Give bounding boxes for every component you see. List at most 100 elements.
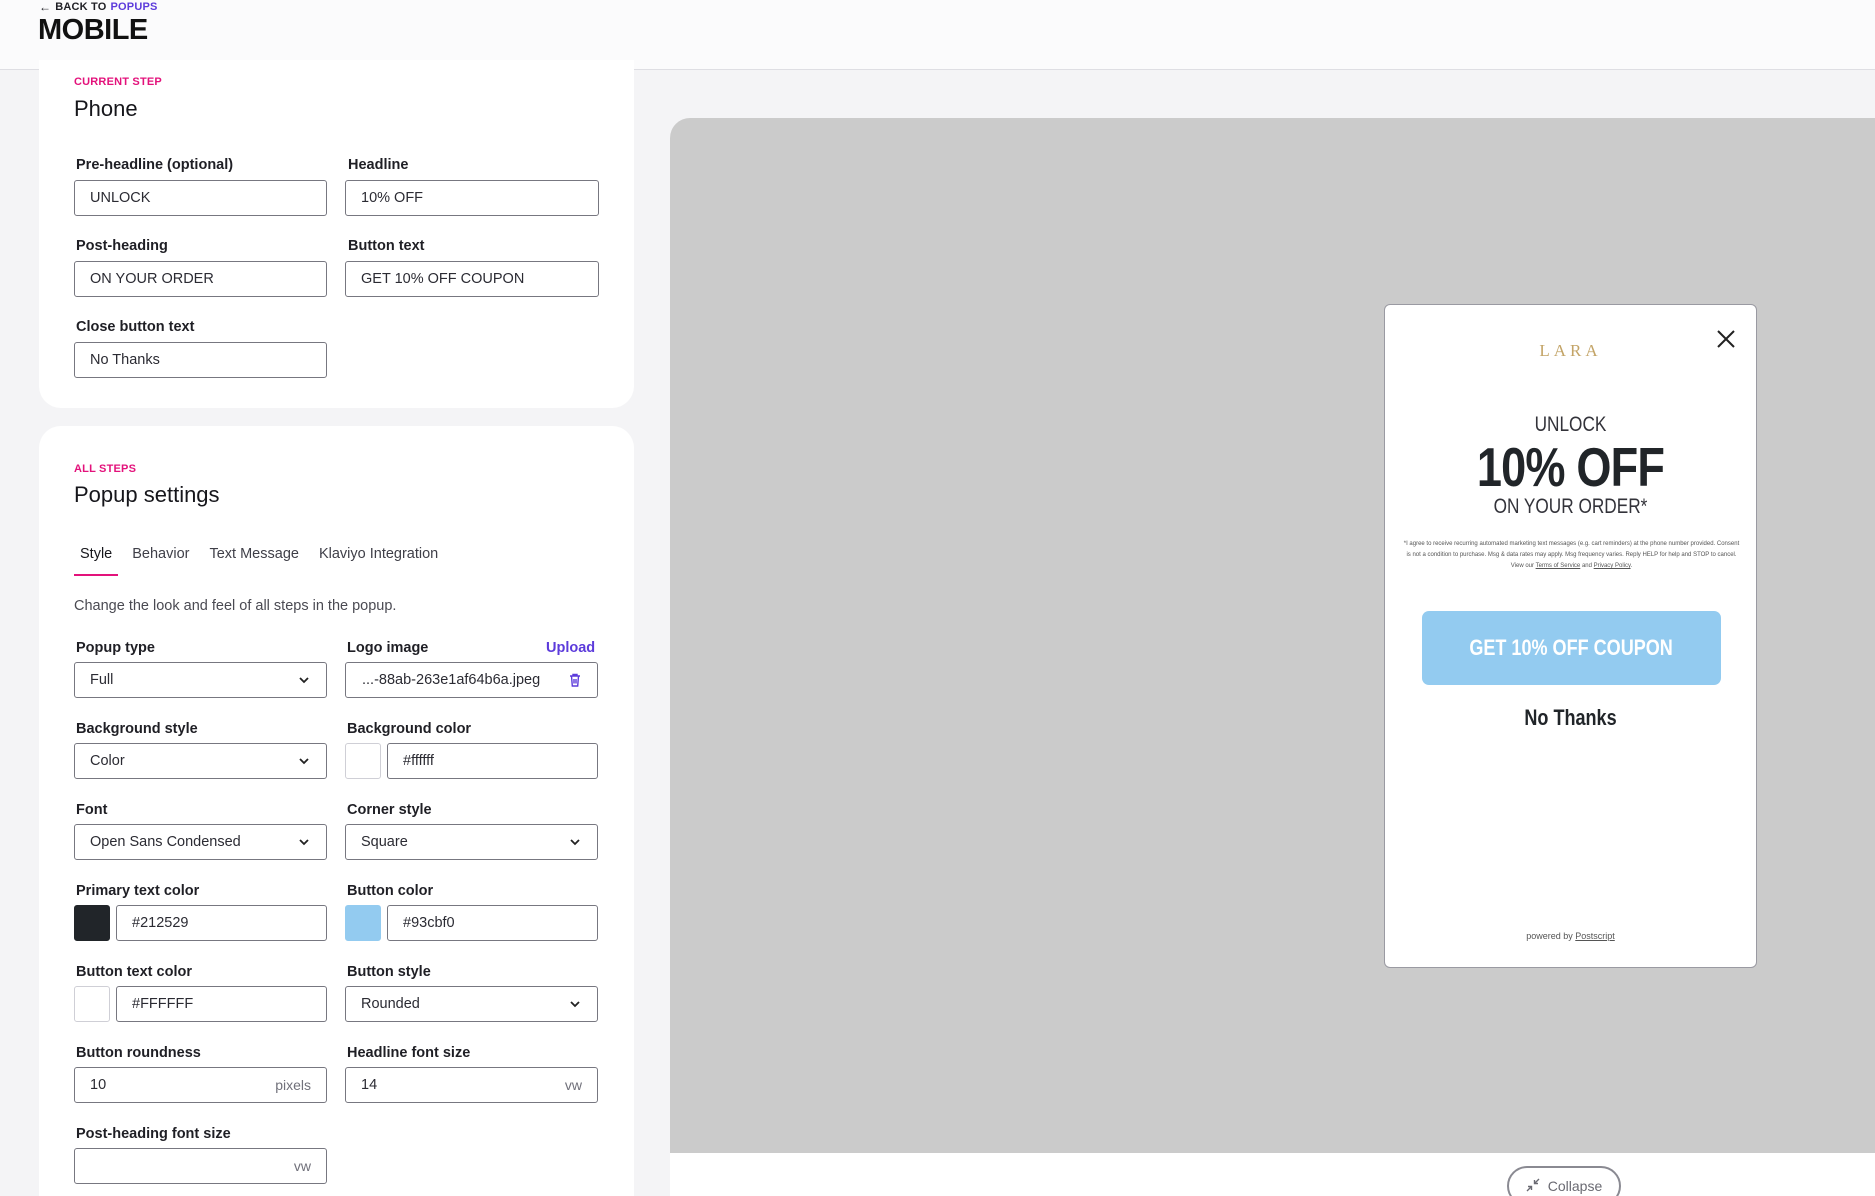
chevron-down-icon	[297, 835, 311, 849]
popup-type-value: Full	[90, 672, 114, 688]
button-text-input[interactable]: GET 10% OFF COUPON	[345, 261, 599, 297]
current-step-title: Phone	[74, 96, 138, 121]
button-text-value: GET 10% OFF COUPON	[361, 271, 525, 287]
postheading-font-size-label: Post-heading font size	[76, 1126, 231, 1142]
arrow-left-icon: ←	[39, 0, 52, 14]
popup-cta-label: GET 10% OFF COUPON	[1469, 635, 1674, 660]
collapse-icon	[1526, 1178, 1540, 1195]
postheading-value: ON YOUR ORDER	[90, 271, 214, 287]
popup-type-select[interactable]: Full	[74, 662, 327, 698]
button-style-label: Button style	[347, 964, 431, 980]
postheading-label: Post-heading	[76, 238, 168, 254]
popup-headline: 10% OFF	[1476, 436, 1665, 498]
button-text-color-swatch[interactable]	[74, 986, 110, 1022]
popup-type-label: Popup type	[76, 640, 155, 656]
logo-image-field[interactable]: ...-88ab-263e1af64b6a.jpeg	[345, 662, 598, 698]
button-roundness-unit: pixels	[275, 1077, 311, 1093]
button-roundness-input[interactable]: 10 pixels	[74, 1067, 327, 1103]
corner-style-label: Corner style	[347, 802, 432, 818]
background-color-swatch[interactable]	[345, 743, 381, 779]
popup-postheading: ON YOUR ORDER*	[1493, 495, 1648, 518]
preheadline-value: UNLOCK	[90, 190, 151, 206]
settings-tabs: Style Behavior Text Message Klaviyo Inte…	[74, 546, 444, 576]
postheading-font-size-input[interactable]: vw	[74, 1148, 327, 1184]
postheading-input[interactable]: ON YOUR ORDER	[74, 261, 327, 297]
powered-brand-link[interactable]: Postscript	[1575, 931, 1615, 941]
popup-settings-title: Popup settings	[74, 482, 220, 507]
button-roundness-label: Button roundness	[76, 1045, 201, 1061]
close-button-text-label: Close button text	[76, 319, 195, 335]
button-color-input[interactable]: #93cbf0	[387, 905, 598, 941]
button-text-label: Button text	[348, 238, 425, 254]
headline-font-size-unit: vw	[564, 1077, 582, 1093]
font-label: Font	[76, 802, 108, 818]
current-step-eyebrow: CURRENT STEP	[74, 76, 162, 88]
popup-preview: LARA UNLOCK 10% OFF ON YOUR ORDER* *I ag…	[1384, 304, 1757, 968]
button-color-swatch[interactable]	[345, 905, 381, 941]
current-step-card: CURRENT STEP Phone Pre-headline (optiona…	[39, 60, 634, 408]
back-prefix: BACK TO	[55, 1, 107, 13]
background-color-label: Background color	[347, 721, 472, 737]
primary-text-color-label: Primary text color	[76, 883, 200, 899]
brand-logo: LARA	[1539, 341, 1602, 360]
close-button-text-input[interactable]: No Thanks	[74, 342, 327, 378]
font-select[interactable]: Open Sans Condensed	[74, 824, 327, 860]
button-text-color-label: Button text color	[76, 964, 192, 980]
corner-style-select[interactable]: Square	[345, 824, 598, 860]
button-text-color-input[interactable]: #FFFFFF	[116, 986, 327, 1022]
corner-style-value: Square	[361, 834, 408, 850]
chevron-down-icon	[568, 997, 582, 1011]
terms-link[interactable]: Terms of Service	[1536, 563, 1581, 569]
background-style-value: Color	[90, 753, 125, 769]
tab-style[interactable]: Style	[74, 546, 119, 576]
button-color-label: Button color	[347, 883, 434, 899]
chevron-down-icon	[297, 754, 311, 768]
page-title: MOBILE	[38, 14, 148, 46]
back-link-target[interactable]: POPUPS	[111, 1, 158, 13]
tab-behavior[interactable]: Behavior	[132, 546, 195, 576]
primary-text-color-swatch[interactable]	[74, 905, 110, 941]
logo-file-name: ...-88ab-263e1af64b6a.jpeg	[362, 672, 541, 688]
button-style-select[interactable]: Rounded	[345, 986, 598, 1022]
preview-footer	[670, 1153, 1875, 1196]
tab-text-message[interactable]: Text Message	[209, 546, 304, 576]
popup-settings-eyebrow: ALL STEPS	[74, 463, 137, 475]
tab-klaviyo-integration[interactable]: Klaviyo Integration	[319, 546, 444, 576]
legal-and: and	[1581, 563, 1592, 569]
collapse-button[interactable]: Collapse	[1507, 1166, 1621, 1196]
headline-font-size-value: 14	[361, 1077, 378, 1093]
popup-no-thanks[interactable]: No Thanks	[1418, 705, 1722, 731]
button-color-value: #93cbf0	[403, 915, 455, 931]
headline-font-size-input[interactable]: 14 vw	[345, 1067, 598, 1103]
settings-description: Change the look and feel of all steps in…	[74, 598, 397, 614]
upload-logo-button[interactable]: Upload	[546, 640, 595, 656]
font-value: Open Sans Condensed	[90, 834, 241, 850]
close-button-text-value: No Thanks	[90, 352, 160, 368]
chevron-down-icon	[568, 835, 582, 849]
preheadline-label: Pre-headline (optional)	[76, 157, 234, 173]
popup-cta-button[interactable]: GET 10% OFF COUPON	[1422, 611, 1721, 685]
background-color-input[interactable]: #ffffff	[387, 743, 598, 779]
chevron-down-icon	[297, 673, 311, 687]
logo-image-label: Logo image	[347, 640, 429, 656]
headline-value: 10% OFF	[361, 190, 424, 206]
button-text-color-value: #FFFFFF	[132, 996, 194, 1012]
background-style-label: Background style	[76, 721, 198, 737]
powered-by: powered by Postscript	[1385, 931, 1756, 941]
button-roundness-value: 10	[90, 1077, 107, 1093]
primary-text-color-value: #212529	[132, 915, 189, 931]
popup-legal-text: *I agree to receive recurring automated …	[1403, 541, 1740, 569]
preheadline-input[interactable]: UNLOCK	[74, 180, 327, 216]
back-to-popups-link[interactable]: ← BACK TO POPUPS	[39, 0, 158, 14]
privacy-link[interactable]: Privacy Policy	[1594, 563, 1631, 569]
trash-icon[interactable]	[568, 672, 582, 688]
postheading-font-size-unit: vw	[293, 1158, 311, 1174]
primary-text-color-input[interactable]: #212529	[116, 905, 327, 941]
button-style-value: Rounded	[361, 996, 420, 1012]
collapse-label: Collapse	[1547, 1178, 1603, 1194]
headline-input[interactable]: 10% OFF	[345, 180, 599, 216]
popup-preheadline: UNLOCK	[1534, 413, 1607, 436]
headline-font-size-label: Headline font size	[347, 1045, 471, 1061]
background-style-select[interactable]: Color	[74, 743, 327, 779]
powered-prefix: powered by	[1526, 931, 1573, 941]
